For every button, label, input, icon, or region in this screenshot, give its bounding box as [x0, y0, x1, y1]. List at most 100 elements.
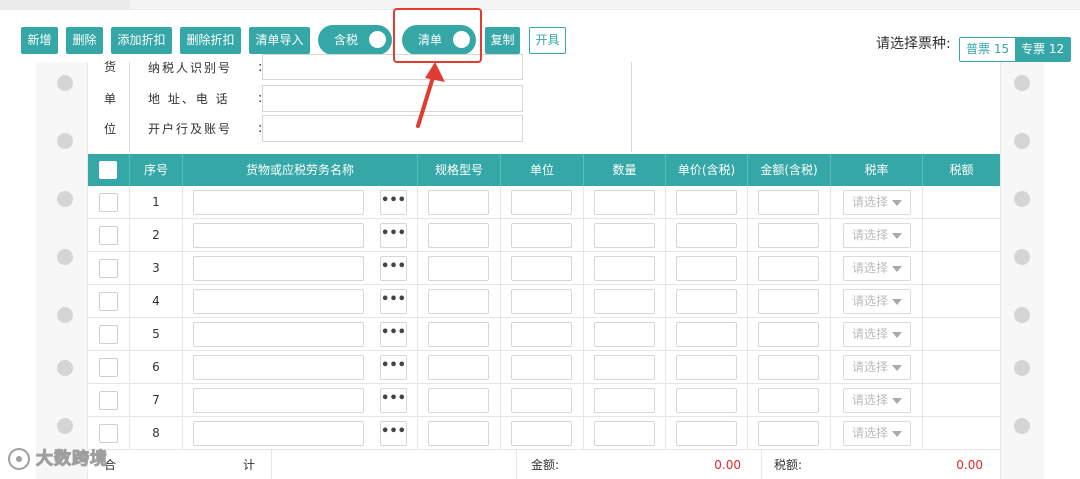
- tax-rate-placeholder: 请选择: [852, 228, 889, 242]
- unit-input[interactable]: [511, 190, 572, 215]
- tax-rate-select[interactable]: 请选择: [843, 421, 911, 446]
- delete-button[interactable]: 删除: [66, 27, 103, 54]
- normal-ticket-option[interactable]: 普票 15: [960, 38, 1016, 61]
- goods-name-input[interactable]: [193, 322, 364, 347]
- unit-input[interactable]: [511, 322, 572, 347]
- quantity-input[interactable]: [594, 322, 655, 347]
- add-button[interactable]: 新增: [21, 27, 58, 54]
- more-options-button[interactable]: •••: [380, 388, 407, 413]
- tax-rate-select[interactable]: 请选择: [843, 388, 911, 413]
- goods-name-input[interactable]: [193, 289, 364, 314]
- amount-input[interactable]: [758, 421, 819, 446]
- tax-included-toggle[interactable]: 含税: [318, 25, 392, 55]
- amount-input[interactable]: [758, 322, 819, 347]
- goods-name-input[interactable]: [193, 223, 364, 248]
- unit-price-input[interactable]: [676, 421, 737, 446]
- quantity-input[interactable]: [594, 355, 655, 380]
- more-options-button[interactable]: •••: [380, 256, 407, 281]
- row-seq-cell: 4: [130, 285, 183, 318]
- row-checkbox[interactable]: [99, 259, 118, 278]
- row-amount-cell: [748, 318, 831, 351]
- issue-button[interactable]: 开具: [529, 27, 566, 54]
- row-checkbox[interactable]: [99, 193, 118, 212]
- row-price-cell: [666, 219, 748, 252]
- goods-name-input[interactable]: [193, 355, 364, 380]
- unit-price-input[interactable]: [676, 190, 737, 215]
- goods-name-input[interactable]: [193, 256, 364, 281]
- unit-input[interactable]: [511, 388, 572, 413]
- watermark: 大数跨境: [8, 444, 108, 470]
- spec-input[interactable]: [428, 190, 489, 215]
- spec-input[interactable]: [428, 421, 489, 446]
- row-rate-cell: 请选择: [831, 219, 923, 252]
- row-unit-cell: [501, 384, 584, 417]
- more-options-button[interactable]: •••: [380, 421, 407, 446]
- amount-input[interactable]: [758, 388, 819, 413]
- quantity-input[interactable]: [594, 289, 655, 314]
- spec-input[interactable]: [428, 256, 489, 281]
- tax-rate-select[interactable]: 请选择: [843, 190, 911, 215]
- more-options-button[interactable]: •••: [380, 223, 407, 248]
- import-list-button[interactable]: 清单导入: [249, 27, 310, 54]
- amount-input[interactable]: [758, 289, 819, 314]
- unit-price-input[interactable]: [676, 223, 737, 248]
- tax-rate-select[interactable]: 请选择: [843, 355, 911, 380]
- spec-input[interactable]: [428, 388, 489, 413]
- amount-input[interactable]: [758, 355, 819, 380]
- unit-price-input[interactable]: [676, 355, 737, 380]
- quantity-input[interactable]: [594, 421, 655, 446]
- special-ticket-option[interactable]: 专票 12: [1015, 38, 1071, 61]
- row-checkbox[interactable]: [99, 325, 118, 344]
- spec-input[interactable]: [428, 289, 489, 314]
- select-all-checkbox[interactable]: [99, 161, 117, 179]
- unit-input[interactable]: [511, 223, 572, 248]
- delete-discount-button[interactable]: 删除折扣: [180, 27, 241, 54]
- spec-input[interactable]: [428, 223, 489, 248]
- address-input[interactable]: [262, 85, 523, 112]
- goods-name-input[interactable]: [193, 421, 364, 446]
- row-checkbox[interactable]: [99, 358, 118, 377]
- row-tax-cell: [923, 219, 1000, 252]
- bank-input[interactable]: [262, 115, 523, 142]
- more-options-button[interactable]: •••: [380, 355, 407, 380]
- goods-name-input[interactable]: [193, 388, 364, 413]
- quantity-input[interactable]: [594, 256, 655, 281]
- amount-input[interactable]: [758, 223, 819, 248]
- more-options-button[interactable]: •••: [380, 289, 407, 314]
- tax-rate-select[interactable]: 请选择: [843, 289, 911, 314]
- row-name-cell: •••: [183, 384, 418, 417]
- unit-input[interactable]: [511, 421, 572, 446]
- more-options-button[interactable]: •••: [380, 322, 407, 347]
- row-checkbox[interactable]: [99, 292, 118, 311]
- unit-price-input[interactable]: [676, 388, 737, 413]
- unit-price-input[interactable]: [676, 322, 737, 347]
- row-checkbox[interactable]: [99, 226, 118, 245]
- spec-input[interactable]: [428, 355, 489, 380]
- unit-input[interactable]: [511, 355, 572, 380]
- unit-input[interactable]: [511, 289, 572, 314]
- row-checkbox[interactable]: [99, 424, 118, 443]
- tax-rate-select[interactable]: 请选择: [843, 223, 911, 248]
- amount-input[interactable]: [758, 190, 819, 215]
- row-tax-cell: [923, 186, 1000, 219]
- row-quantity-cell: [584, 318, 666, 351]
- row-quantity-cell: [584, 384, 666, 417]
- row-name-cell: •••: [183, 186, 418, 219]
- goods-name-input[interactable]: [193, 190, 364, 215]
- unit-input[interactable]: [511, 256, 572, 281]
- add-discount-button[interactable]: 添加折扣: [111, 27, 172, 54]
- spec-input[interactable]: [428, 322, 489, 347]
- row-checkbox[interactable]: [99, 391, 118, 410]
- amount-input[interactable]: [758, 256, 819, 281]
- tax-rate-select[interactable]: 请选择: [843, 322, 911, 347]
- quantity-input[interactable]: [594, 190, 655, 215]
- tax-rate-select[interactable]: 请选择: [843, 256, 911, 281]
- quantity-input[interactable]: [594, 223, 655, 248]
- more-options-button[interactable]: •••: [380, 190, 407, 215]
- unit-price-input[interactable]: [676, 289, 737, 314]
- ticket-type-label: 请选择票种:: [876, 36, 951, 52]
- window-top-strip: [0, 0, 1080, 10]
- unit-price-input[interactable]: [676, 256, 737, 281]
- copy-button[interactable]: 复制: [485, 27, 520, 54]
- quantity-input[interactable]: [594, 388, 655, 413]
